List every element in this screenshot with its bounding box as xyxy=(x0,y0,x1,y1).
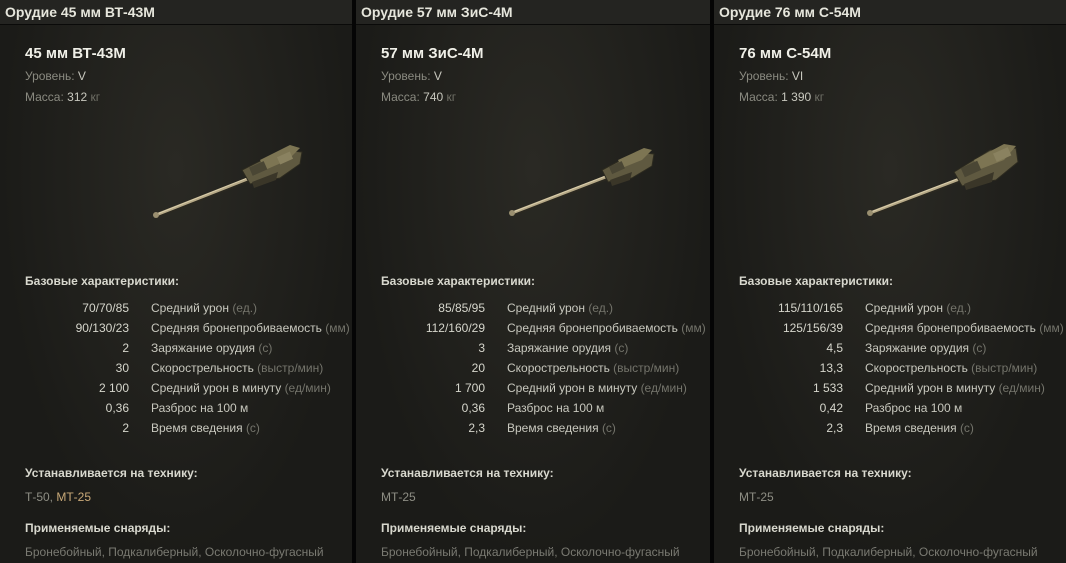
shells-list: Бронебойный, Подкалиберный, Осколочно-фу… xyxy=(739,545,1038,559)
stat-row: 2 100 Средний урон в минуту (ед/мин) xyxy=(98,381,331,395)
vehicle-link[interactable]: МТ-25 xyxy=(739,490,774,504)
panel-header: Орудие 57 мм ЗиС-4М xyxy=(356,0,710,25)
stat-row: 1 700 Средний урон в минуту (ед/мин) xyxy=(454,381,687,395)
stat-row: 70/70/85 Средний урон (ед.) xyxy=(82,301,258,315)
base-stats-title: Базовые характеристики: xyxy=(381,274,535,288)
gun-image xyxy=(153,145,303,219)
gun-model-icon xyxy=(509,148,655,217)
stat-row: 3 Заряжание орудия (с) xyxy=(478,341,629,355)
stat-row: 90/130/23 Средняя бронепробиваемость (мм) xyxy=(75,321,350,335)
gun-image xyxy=(509,148,655,217)
gun-image xyxy=(867,144,1019,217)
stat-row: 20 Скорострельность (выстр/мин) xyxy=(471,361,680,375)
vehicle-link[interactable]: МТ-25 xyxy=(381,490,416,504)
panel-header: Орудие 45 мм ВТ-43М xyxy=(0,0,352,25)
stat-row: 125/156/39 Средняя бронепробиваемость (мм… xyxy=(782,321,1064,335)
vehicle-list: Т-50, МТ-25 xyxy=(25,490,92,504)
gun-level: Уровень: V xyxy=(381,69,442,83)
stat-row: 0,36 Разброс на 100 м xyxy=(461,401,605,415)
stat-row: 2,3 Время сведения (с) xyxy=(826,421,974,435)
shells-title: Применяемые снаряды: xyxy=(25,521,171,535)
stat-row: 1 533 Средний урон в минуту (ед/мин) xyxy=(812,381,1045,395)
gun-model-icon xyxy=(867,144,1019,217)
gun-name: 45 мм ВТ-43М xyxy=(25,45,126,62)
gun-model-icon xyxy=(153,145,303,219)
stats-list: 85/85/95 Средний урон (ед.) 112/160/29 Сре… xyxy=(356,298,708,438)
stat-row: 112/160/29 Средняя бронепробиваемость (мм… xyxy=(425,321,706,335)
stat-row: 4,5 Заряжание орудия (с) xyxy=(826,341,987,355)
gun-level: Уровень: V xyxy=(25,69,86,83)
base-stats-title: Базовые характеристики: xyxy=(739,274,893,288)
stat-row: 0,42 Разброс на 100 м xyxy=(819,401,963,415)
gun-mass: Масса: 312 кг xyxy=(25,90,101,104)
stat-row: 85/85/95 Средний урон (ед.) xyxy=(438,301,614,315)
stat-row: 2,3 Время сведения (с) xyxy=(468,421,616,435)
gun-level: Уровень: VI xyxy=(739,69,804,83)
stat-row: 0,36 Разброс на 100 м xyxy=(105,401,249,415)
panel-header: Орудие 76 мм С-54М xyxy=(714,0,1066,25)
vehicle-link[interactable]: МТ-25 xyxy=(56,490,91,504)
stat-row: 30 Скорострельность (выстр/мин) xyxy=(115,361,324,375)
vehicle-list: МТ-25 xyxy=(739,490,774,504)
installed-on-title: Устанавливается на технику: xyxy=(739,466,912,480)
shells-list: Бронебойный, Подкалиберный, Осколочно-фу… xyxy=(25,545,324,559)
gun-mass: Масса: 740 кг xyxy=(381,90,457,104)
base-stats-title: Базовые характеристики: xyxy=(25,274,179,288)
stats-list: 115/110/165 Средний урон (ед.) 125/156/39… xyxy=(714,298,1066,438)
gun-panel-3: Орудие 76 мм С-54М 76 мм С-54М Уровень: … xyxy=(714,0,1066,563)
stat-row: 2 Время сведения (с) xyxy=(122,421,260,435)
gun-name: 76 мм С-54М xyxy=(739,45,832,62)
vehicle-list: МТ-25 xyxy=(381,490,416,504)
gun-panel-2: Орудие 57 мм ЗиС-4М 57 мм ЗиС-4М Уровень… xyxy=(356,0,710,563)
stat-row: 2 Заряжание орудия (с) xyxy=(122,341,273,355)
shells-title: Применяемые снаряды: xyxy=(381,521,527,535)
stat-row: 13,3 Скорострельность (выстр/мин) xyxy=(819,361,1038,375)
gun-panel-1: Орудие 45 мм ВТ-43М 45 мм ВТ-43М Уровень… xyxy=(0,0,352,563)
stats-list: 70/70/85 Средний урон (ед.) 90/130/23 Сред… xyxy=(0,298,352,438)
shells-list: Бронебойный, Подкалиберный, Осколочно-фу… xyxy=(381,545,680,559)
shells-title: Применяемые снаряды: xyxy=(739,521,885,535)
installed-on-title: Устанавливается на технику: xyxy=(25,466,198,480)
installed-on-title: Устанавливается на технику: xyxy=(381,466,554,480)
gun-name: 57 мм ЗиС-4М xyxy=(381,45,484,62)
gun-mass: Масса: 1 390 кг xyxy=(739,90,825,104)
stat-row: 115/110/165 Средний урон (ед.) xyxy=(778,301,972,315)
